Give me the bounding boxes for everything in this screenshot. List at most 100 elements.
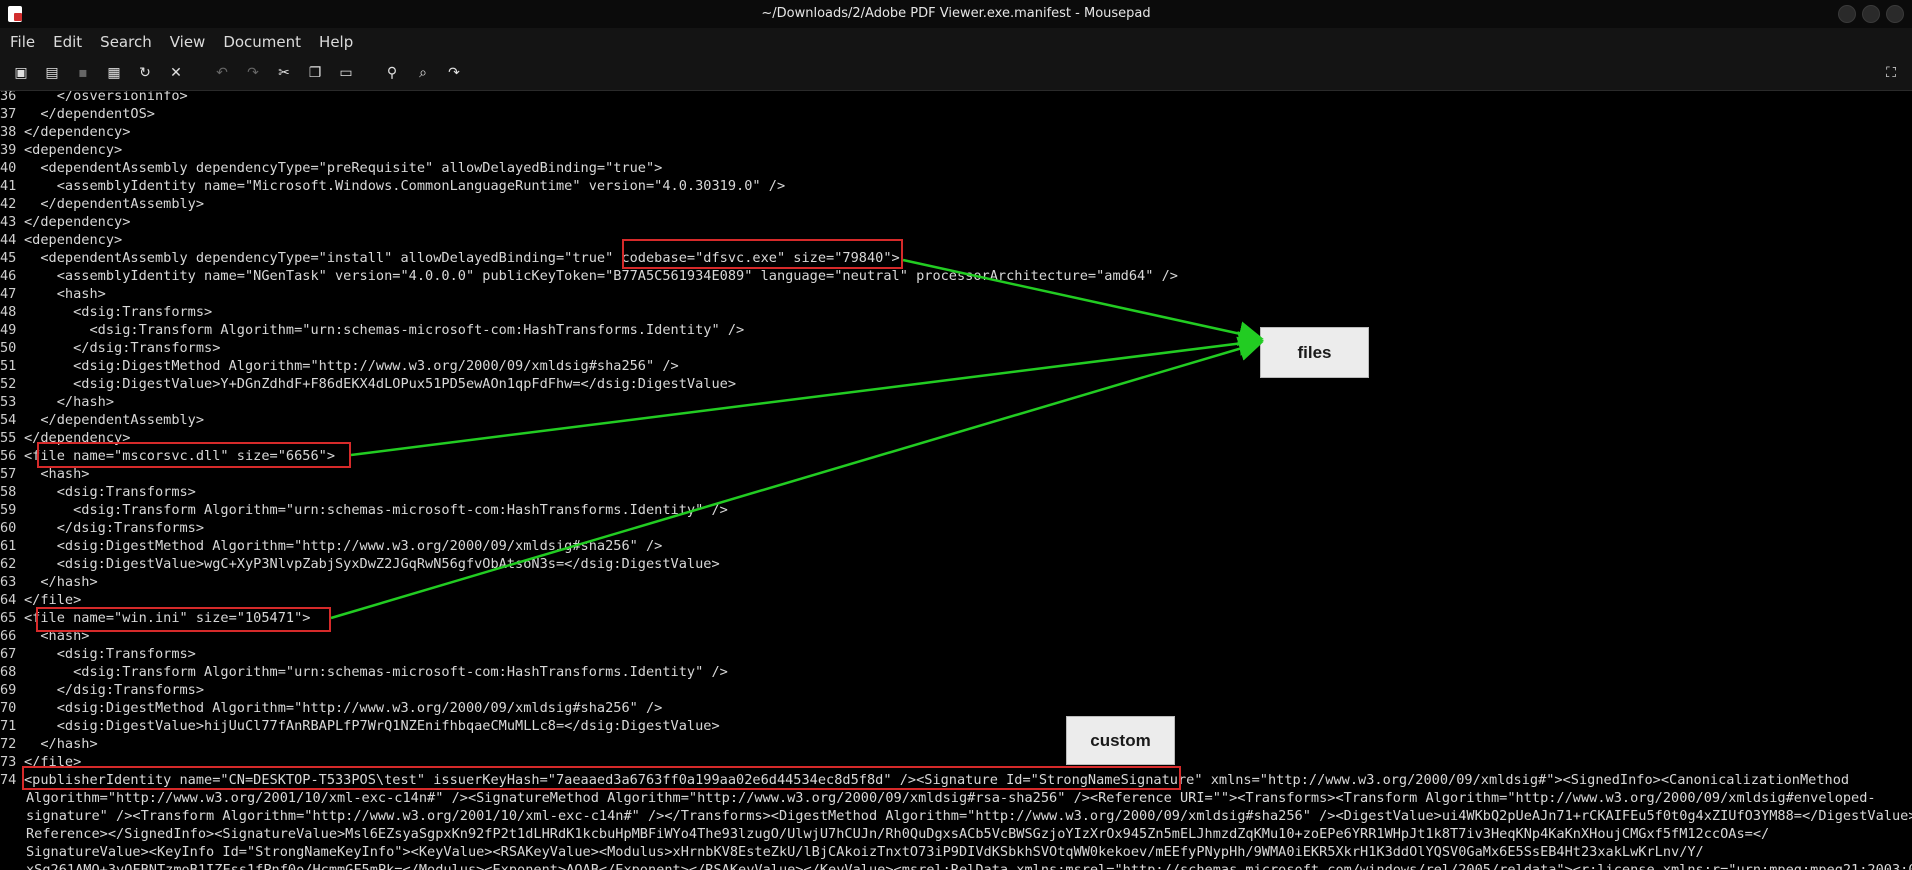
code-line: 61 <dsig:DigestMethod Algorithm="http://… [0, 537, 662, 555]
line-text: <publisherIdentity name="CN=DESKTOP-T533… [24, 772, 1850, 788]
line-number: 51 [0, 358, 17, 374]
line-text: <dsig:DigestMethod Algorithm="http://www… [24, 358, 679, 374]
line-number: 71 [0, 718, 17, 734]
line-number: 53 [0, 394, 17, 410]
save-as-icon[interactable]: ▦ [105, 64, 123, 82]
code-line: 51 <dsig:DigestMethod Algorithm="http://… [0, 357, 679, 375]
reload-icon[interactable]: ↻ [136, 64, 154, 82]
line-text: <hash> [24, 466, 90, 482]
copy-icon[interactable]: ❐ [306, 64, 324, 82]
line-text: <dsig:DigestValue>hijUuCl77fAnRBAPLfP7Wr… [24, 718, 720, 734]
close-icon[interactable]: ✕ [167, 64, 185, 82]
line-number: 65 [0, 610, 17, 626]
line-text: </dependentAssembly> [24, 412, 205, 428]
line-text: <file name="win.ini" size="105471"> [24, 610, 311, 626]
menu-help[interactable]: Help [309, 33, 361, 51]
code-line: 59 <dsig:Transform Algorithm="urn:schema… [0, 501, 728, 519]
line-text: </dependency> [24, 430, 131, 446]
save-icon[interactable]: ▪ [74, 64, 92, 82]
code-line: 47 <hash> [0, 285, 106, 303]
minimize-button[interactable] [1838, 5, 1856, 23]
line-number: 59 [0, 502, 17, 518]
line-text: </dependentOS> [24, 106, 155, 122]
line-number: 52 [0, 376, 17, 392]
line-text: <dependency> [24, 142, 123, 158]
code-line: 55 </dependency> [0, 429, 130, 447]
line-number: 44 [0, 232, 17, 248]
line-text: </file> [24, 754, 82, 770]
code-line: 62 <dsig:DigestValue>wgC+XyP3NlvpZabjSyx… [0, 555, 720, 573]
new-window-icon[interactable]: ▤ [43, 64, 61, 82]
toolbar: ▣ ▤ ▪ ▦ ↻ ✕ ↶ ↷ ✂ ❐ ▭ ⚲ ⌕ ↷ ⛶ [0, 56, 1912, 91]
line-text: <hash> [24, 628, 90, 644]
code-line: 39 <dependency> [0, 141, 122, 159]
new-document-icon[interactable]: ▣ [12, 64, 30, 82]
code-line: 37 </dependentOS> [0, 105, 155, 123]
line-number: 38 [0, 124, 17, 140]
search-icon[interactable]: ⚲ [383, 64, 401, 82]
line-number: 36 [0, 91, 17, 104]
goto-icon[interactable]: ↷ [445, 64, 463, 82]
paste-icon[interactable]: ▭ [337, 64, 355, 82]
line-text: </dependency> [24, 124, 131, 140]
line-number: 74 [0, 772, 17, 788]
menu-file[interactable]: File [0, 33, 43, 51]
line-text: </dsig:Transforms> [24, 340, 221, 356]
code-line: 48 <dsig:Transforms> [0, 303, 212, 321]
code-line: 43 </dependency> [0, 213, 130, 231]
line-number: 46 [0, 268, 17, 284]
code-line: 64 </file> [0, 591, 81, 609]
menu-view[interactable]: View [160, 33, 214, 51]
replace-icon[interactable]: ⌕ [414, 64, 432, 82]
line-text: </file> [24, 592, 82, 608]
line-text: </hash> [24, 574, 98, 590]
fullscreen-icon[interactable]: ⛶ [1882, 64, 1900, 82]
code-line: 68 <dsig:Transform Algorithm="urn:schema… [0, 663, 728, 681]
line-text: <dsig:DigestValue>Y+DGnZdhdF+F86dEKX4dLO… [24, 376, 737, 392]
line-number: 48 [0, 304, 17, 320]
line-text: <dsig:Transforms> [24, 646, 196, 662]
menu-bar: File Edit Search View Document Help [0, 28, 1912, 56]
line-number: 66 [0, 628, 17, 644]
menu-search[interactable]: Search [90, 33, 160, 51]
line-number: 64 [0, 592, 17, 608]
redo-icon[interactable]: ↷ [244, 64, 262, 82]
line-text: </hash> [24, 736, 98, 752]
menu-edit[interactable]: Edit [43, 33, 90, 51]
wrapped-line-text: Algorithm="http://www.w3.org/2001/10/xml… [26, 790, 1876, 806]
line-text: <file name="mscorsvc.dll" size="6656"> [24, 448, 335, 464]
code-line: 66 <hash> [0, 627, 89, 645]
line-number: 42 [0, 196, 17, 212]
line-number: 61 [0, 538, 17, 554]
line-text: <hash> [24, 286, 106, 302]
cut-icon[interactable]: ✂ [275, 64, 293, 82]
line-number: 68 [0, 664, 17, 680]
line-text: <dsig:Transforms> [24, 484, 196, 500]
line-number: 69 [0, 682, 17, 698]
code-line: 42 </dependentAssembly> [0, 195, 204, 213]
maximize-button[interactable] [1862, 5, 1880, 23]
line-number: 49 [0, 322, 17, 338]
line-number: 72 [0, 736, 17, 752]
code-line: 56 <file name="mscorsvc.dll" size="6656"> [0, 447, 335, 465]
line-text: </dsig:Transforms> [24, 682, 205, 698]
code-line: 74 <publisherIdentity name="CN=DESKTOP-T5… [0, 771, 1849, 789]
line-text: <dsig:Transform Algorithm="urn:schemas-m… [24, 664, 728, 680]
line-number: 60 [0, 520, 17, 536]
line-number: 62 [0, 556, 17, 572]
menu-document[interactable]: Document [213, 33, 309, 51]
line-text: <dsig:Transform Algorithm="urn:schemas-m… [24, 322, 745, 338]
code-line: 40 <dependentAssembly dependencyType="pr… [0, 159, 662, 177]
code-line: 71 <dsig:DigestValue>hijUuCl77fAnRBAPLfP… [0, 717, 720, 735]
line-text: </osversioninfo> [24, 91, 188, 104]
close-window-button[interactable] [1886, 5, 1904, 23]
code-line: 49 <dsig:Transform Algorithm="urn:schema… [0, 321, 744, 339]
code-line: 57 <hash> [0, 465, 89, 483]
text-editor[interactable]: 36 </osversioninfo> 37 </dependentOS> 38 </… [0, 91, 1912, 870]
code-line: 73 </file> [0, 753, 81, 771]
code-line: 65 <file name="win.ini" size="105471"> [0, 609, 310, 627]
title-bar: ~/Downloads/2/Adobe PDF Viewer.exe.manif… [0, 0, 1912, 28]
code-line: 36 </osversioninfo> [0, 91, 188, 105]
line-number: 37 [0, 106, 17, 122]
undo-icon[interactable]: ↶ [213, 64, 231, 82]
